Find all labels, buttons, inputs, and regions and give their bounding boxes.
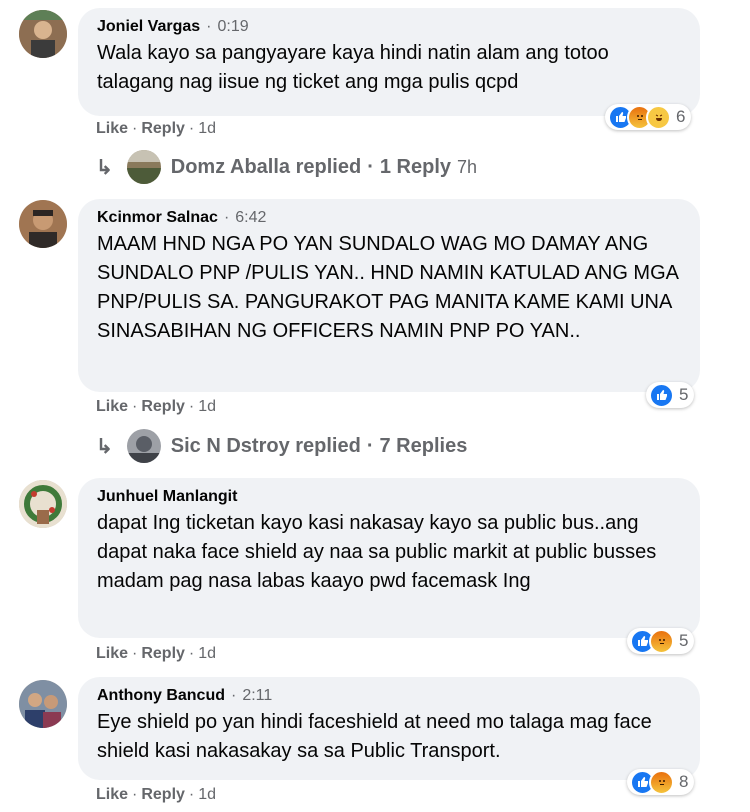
comment-author[interactable]: Kcinmor Salnac: [97, 209, 218, 226]
view-replies[interactable]: ↳ Domz Aballa replied · 1 Reply 7h: [96, 150, 477, 184]
avatar[interactable]: [19, 680, 67, 728]
like-button[interactable]: Like: [96, 120, 128, 137]
comment-text: dapat Ing ticketan kayo kasi nakasay kay…: [97, 512, 657, 592]
reply-author-replied: Domz Aballa replied: [170, 155, 362, 178]
separator: ·: [367, 155, 374, 178]
reply-avatar: [126, 429, 161, 463]
comment-time[interactable]: 6:42: [235, 209, 266, 226]
comment-age[interactable]: 1d: [198, 645, 216, 662]
angry-icon: [649, 628, 674, 654]
avatar[interactable]: [19, 200, 67, 248]
reaction-count: 5: [679, 385, 689, 404]
avatar[interactable]: [19, 480, 67, 528]
like-button[interactable]: Like: [96, 786, 128, 803]
comment-age[interactable]: 1d: [198, 786, 216, 803]
reaction-count: 6: [676, 107, 686, 126]
view-replies[interactable]: ↳ Sic N Dstroy replied · 7 Replies: [96, 429, 467, 463]
haha-icon: [646, 104, 671, 130]
reaction-summary[interactable]: 5: [627, 628, 695, 654]
reaction-summary[interactable]: 5: [646, 382, 695, 408]
comment-author[interactable]: Joniel Vargas: [97, 18, 200, 35]
separator: ·: [188, 645, 195, 662]
reply-author-replied: Sic N Dstroy replied: [170, 434, 361, 457]
comment-bubble: Joniel Vargas · 0:19 Wala kayo sa pangyaya…: [78, 8, 700, 116]
comment-age[interactable]: 1d: [198, 398, 216, 415]
reply-button[interactable]: Reply: [141, 120, 185, 137]
comment-author[interactable]: Anthony Bancud: [97, 687, 225, 704]
separator: ·: [188, 786, 195, 803]
separator: ·: [206, 18, 212, 35]
separator: ·: [132, 786, 138, 803]
avatar[interactable]: [19, 10, 67, 58]
reply-button[interactable]: Reply: [141, 645, 185, 662]
reply-age: 7h: [457, 156, 478, 177]
reaction-count: 8: [679, 772, 689, 791]
comment-text: MAAM HND NGA PO YAN SUNDALO WAG MO DAMAY…: [97, 233, 678, 342]
reply-button[interactable]: Reply: [141, 398, 185, 415]
reply-count: 7 Replies: [379, 434, 468, 457]
like-button[interactable]: Like: [96, 398, 128, 415]
separator: ·: [132, 398, 138, 415]
reply-avatar: [126, 150, 161, 184]
comment-bubble: Junhuel Manlangit dapat Ing ticketan kay…: [78, 478, 700, 638]
comment-time[interactable]: 2:11: [242, 687, 272, 704]
comment-text: Wala kayo sa pangyayare kaya hindi natin…: [97, 42, 609, 93]
angry-icon: [649, 769, 674, 795]
reaction-count: 5: [679, 631, 689, 650]
reply-arrow-icon: ↳: [96, 435, 113, 458]
comment-bubble: Anthony Bancud · 2:11 Eye shield po yan hi…: [78, 677, 700, 780]
like-button[interactable]: Like: [96, 645, 128, 662]
separator: ·: [366, 434, 374, 457]
comment-actions: Like · Reply · 1d: [96, 398, 216, 416]
reply-arrow-icon: ↳: [96, 156, 113, 179]
reaction-summary[interactable]: 8: [627, 769, 695, 795]
comment-actions: Like · Reply · 1d: [96, 120, 216, 138]
separator: ·: [132, 645, 138, 662]
comment-actions: Like · Reply · 1d: [96, 786, 216, 804]
separator: ·: [223, 209, 230, 226]
comment-bubble: Kcinmor Salnac · 6:42 MAAM HND NGA PO YAN …: [78, 199, 700, 392]
separator: ·: [188, 398, 195, 415]
like-icon: [649, 382, 674, 408]
comment-age[interactable]: 1d: [198, 120, 216, 137]
reply-count: 1 Reply: [379, 155, 452, 178]
comment-actions: Like · Reply · 1d: [96, 645, 216, 663]
separator: ·: [231, 687, 237, 704]
reply-button[interactable]: Reply: [141, 786, 185, 803]
separator: ·: [188, 120, 195, 137]
comment-author[interactable]: Junhuel Manlangit: [97, 488, 237, 505]
comment-time[interactable]: 0:19: [218, 18, 249, 35]
reaction-summary[interactable]: 6: [605, 104, 692, 130]
separator: ·: [132, 120, 138, 137]
comment-text: Eye shield po yan hindi faceshield at ne…: [97, 711, 652, 762]
